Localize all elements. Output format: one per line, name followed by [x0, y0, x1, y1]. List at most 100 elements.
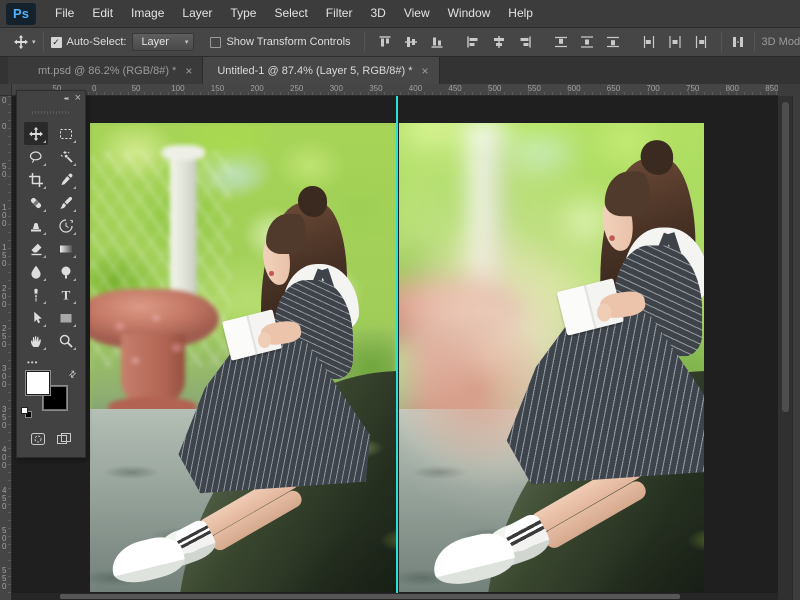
hand-icon — [28, 333, 44, 349]
menu-item-edit[interactable]: Edit — [83, 0, 122, 27]
distribute-spacing-button[interactable] — [729, 33, 747, 51]
align-bottom-edges-button[interactable] — [428, 33, 446, 51]
eraser-tool-button[interactable] — [24, 237, 48, 260]
guide-line[interactable] — [396, 96, 398, 593]
menu-item-filter[interactable]: Filter — [317, 0, 362, 27]
chevron-down-icon[interactable]: ▾ — [32, 38, 36, 46]
collapse-panel-icon[interactable]: ◂◂ — [64, 95, 68, 102]
tab-mt-psd[interactable]: mt.psd @ 86.2% (RGB/8#) * × — [8, 57, 203, 84]
scrollbar-thumb[interactable] — [60, 594, 680, 599]
distribute-vertical-centers-button[interactable] — [578, 33, 596, 51]
panel-grip[interactable] — [32, 111, 70, 114]
magic-wand-icon — [58, 149, 74, 165]
distribute-right-edges-button[interactable] — [692, 33, 710, 51]
close-icon[interactable]: × — [75, 94, 81, 102]
lasso-tool-button[interactable] — [24, 145, 48, 168]
canvas-image-blurred-copy[interactable] — [399, 123, 704, 592]
tools-panel-header: ◂◂ × — [17, 91, 85, 105]
rectangular-marquee-icon — [58, 126, 74, 142]
rectangular-marquee-tool-button[interactable] — [54, 122, 78, 145]
distribute-left-edges-button[interactable] — [640, 33, 658, 51]
ruler-tick-label: 0 — [2, 123, 6, 131]
clone-stamp-tool-button[interactable] — [24, 214, 48, 237]
menu-item-image[interactable]: Image — [122, 0, 173, 27]
hand-tool-button[interactable] — [24, 329, 48, 352]
foreground-color-swatch[interactable] — [26, 371, 50, 395]
ruler-tick-label: 300 — [330, 84, 343, 93]
menu-item-3d[interactable]: 3D — [361, 0, 394, 27]
vertical-ruler[interactable]: 0050100150200250300350400450500550 — [0, 96, 12, 600]
screen-mode-button[interactable] — [54, 431, 74, 447]
align-right-edges-button[interactable] — [516, 33, 534, 51]
menu-item-select[interactable]: Select — [265, 0, 316, 27]
align-vertical-centers-button[interactable] — [402, 33, 420, 51]
vertical-scrollbar[interactable] — [778, 96, 792, 600]
eraser-icon — [28, 241, 44, 257]
canvas-image-original[interactable] — [90, 123, 396, 592]
history-brush-tool-button[interactable] — [54, 214, 78, 237]
ruler-tick-label: 50 — [2, 163, 6, 179]
eyedropper-tool-button[interactable] — [54, 168, 78, 191]
rectangle-tool-button[interactable] — [54, 306, 78, 329]
horizontal-scrollbar[interactable] — [12, 593, 778, 600]
type-icon: T — [58, 287, 74, 303]
brush-tool-button[interactable] — [54, 191, 78, 214]
gradient-tool-button[interactable] — [54, 237, 78, 260]
girl-hair-bun — [298, 186, 327, 216]
dodge-tool-button[interactable] — [54, 260, 78, 283]
quick-mask-button[interactable] — [28, 431, 48, 447]
default-colors-icon[interactable] — [21, 407, 33, 419]
distribute-bottom-edges-button[interactable] — [604, 33, 622, 51]
show-transform-label: Show Transform Controls — [226, 36, 350, 48]
ruler-tick-label: 100 — [171, 84, 184, 93]
crop-tool-button[interactable] — [24, 168, 48, 191]
menu-item-help[interactable]: Help — [499, 0, 542, 27]
align-left-edges-button[interactable] — [464, 33, 482, 51]
girl-bangs — [266, 214, 306, 254]
pen-tool-button[interactable] — [24, 283, 48, 306]
menu-item-window[interactable]: Window — [439, 0, 500, 27]
photoshop-window: Ps FileEditImageLayerTypeSelectFilter3DV… — [0, 0, 800, 600]
auto-select-checkbox[interactable]: ✓ — [51, 37, 62, 48]
zoom-tool-button[interactable] — [54, 329, 78, 352]
ruler-corner — [0, 84, 12, 96]
ruler-tick-label: 600 — [567, 84, 580, 93]
align-top-edges-button[interactable] — [376, 33, 394, 51]
move-tool-button[interactable] — [24, 122, 48, 145]
type-tool-button[interactable]: T — [54, 283, 78, 306]
close-icon[interactable]: × — [185, 66, 192, 76]
ruler-tick-label: 550 — [528, 84, 541, 93]
magic-wand-tool-button[interactable] — [54, 145, 78, 168]
ruler-tick-label: 250 — [2, 325, 6, 349]
auto-select-value: Layer — [141, 36, 172, 48]
distribute-horizontal-centers-button[interactable] — [666, 33, 684, 51]
edit-toolbar-button[interactable]: ••• — [27, 358, 85, 367]
ruler-tick-label: 450 — [2, 487, 6, 511]
blur-tool-button[interactable] — [24, 260, 48, 283]
show-transform-checkbox[interactable] — [210, 37, 221, 48]
auto-select-dropdown[interactable]: Layer ▾ — [132, 33, 194, 51]
path-selection-tool-button[interactable] — [24, 306, 48, 329]
move-tool-indicator-icon[interactable] — [12, 33, 30, 51]
scrollbar-thumb[interactable] — [782, 102, 789, 412]
spot-healing-brush-tool-button[interactable] — [24, 191, 48, 214]
close-icon[interactable]: × — [422, 66, 429, 76]
ruler-tick-label: 250 — [290, 84, 303, 93]
ruler-tick-label: 0 — [92, 84, 96, 93]
tab-untitled-1[interactable]: Untitled-1 @ 87.4% (Layer 5, RGB/8#) * × — [203, 57, 439, 84]
tool-options-bar: ▾ ✓ Auto-Select: Layer ▾ Show Transform … — [0, 28, 800, 57]
path-selection-icon — [28, 310, 44, 326]
menu-item-view[interactable]: View — [395, 0, 439, 27]
menu-item-file[interactable]: File — [46, 0, 83, 27]
separator — [754, 32, 755, 52]
swap-colors-icon[interactable]: ⇄ — [66, 368, 79, 381]
menu-item-type[interactable]: Type — [221, 0, 265, 27]
ruler-tick-label: 50 — [132, 84, 141, 93]
align-horizontal-centers-button[interactable] — [490, 33, 508, 51]
distribute-top-edges-button[interactable] — [552, 33, 570, 51]
horizontal-ruler[interactable]: 5005010015020025030035040045050055060065… — [0, 84, 778, 96]
menu-item-layer[interactable]: Layer — [173, 0, 221, 27]
separator — [364, 32, 365, 52]
photo-scene — [90, 123, 396, 592]
tab-title: Untitled-1 @ 87.4% (Layer 5, RGB/8#) * — [217, 65, 412, 77]
